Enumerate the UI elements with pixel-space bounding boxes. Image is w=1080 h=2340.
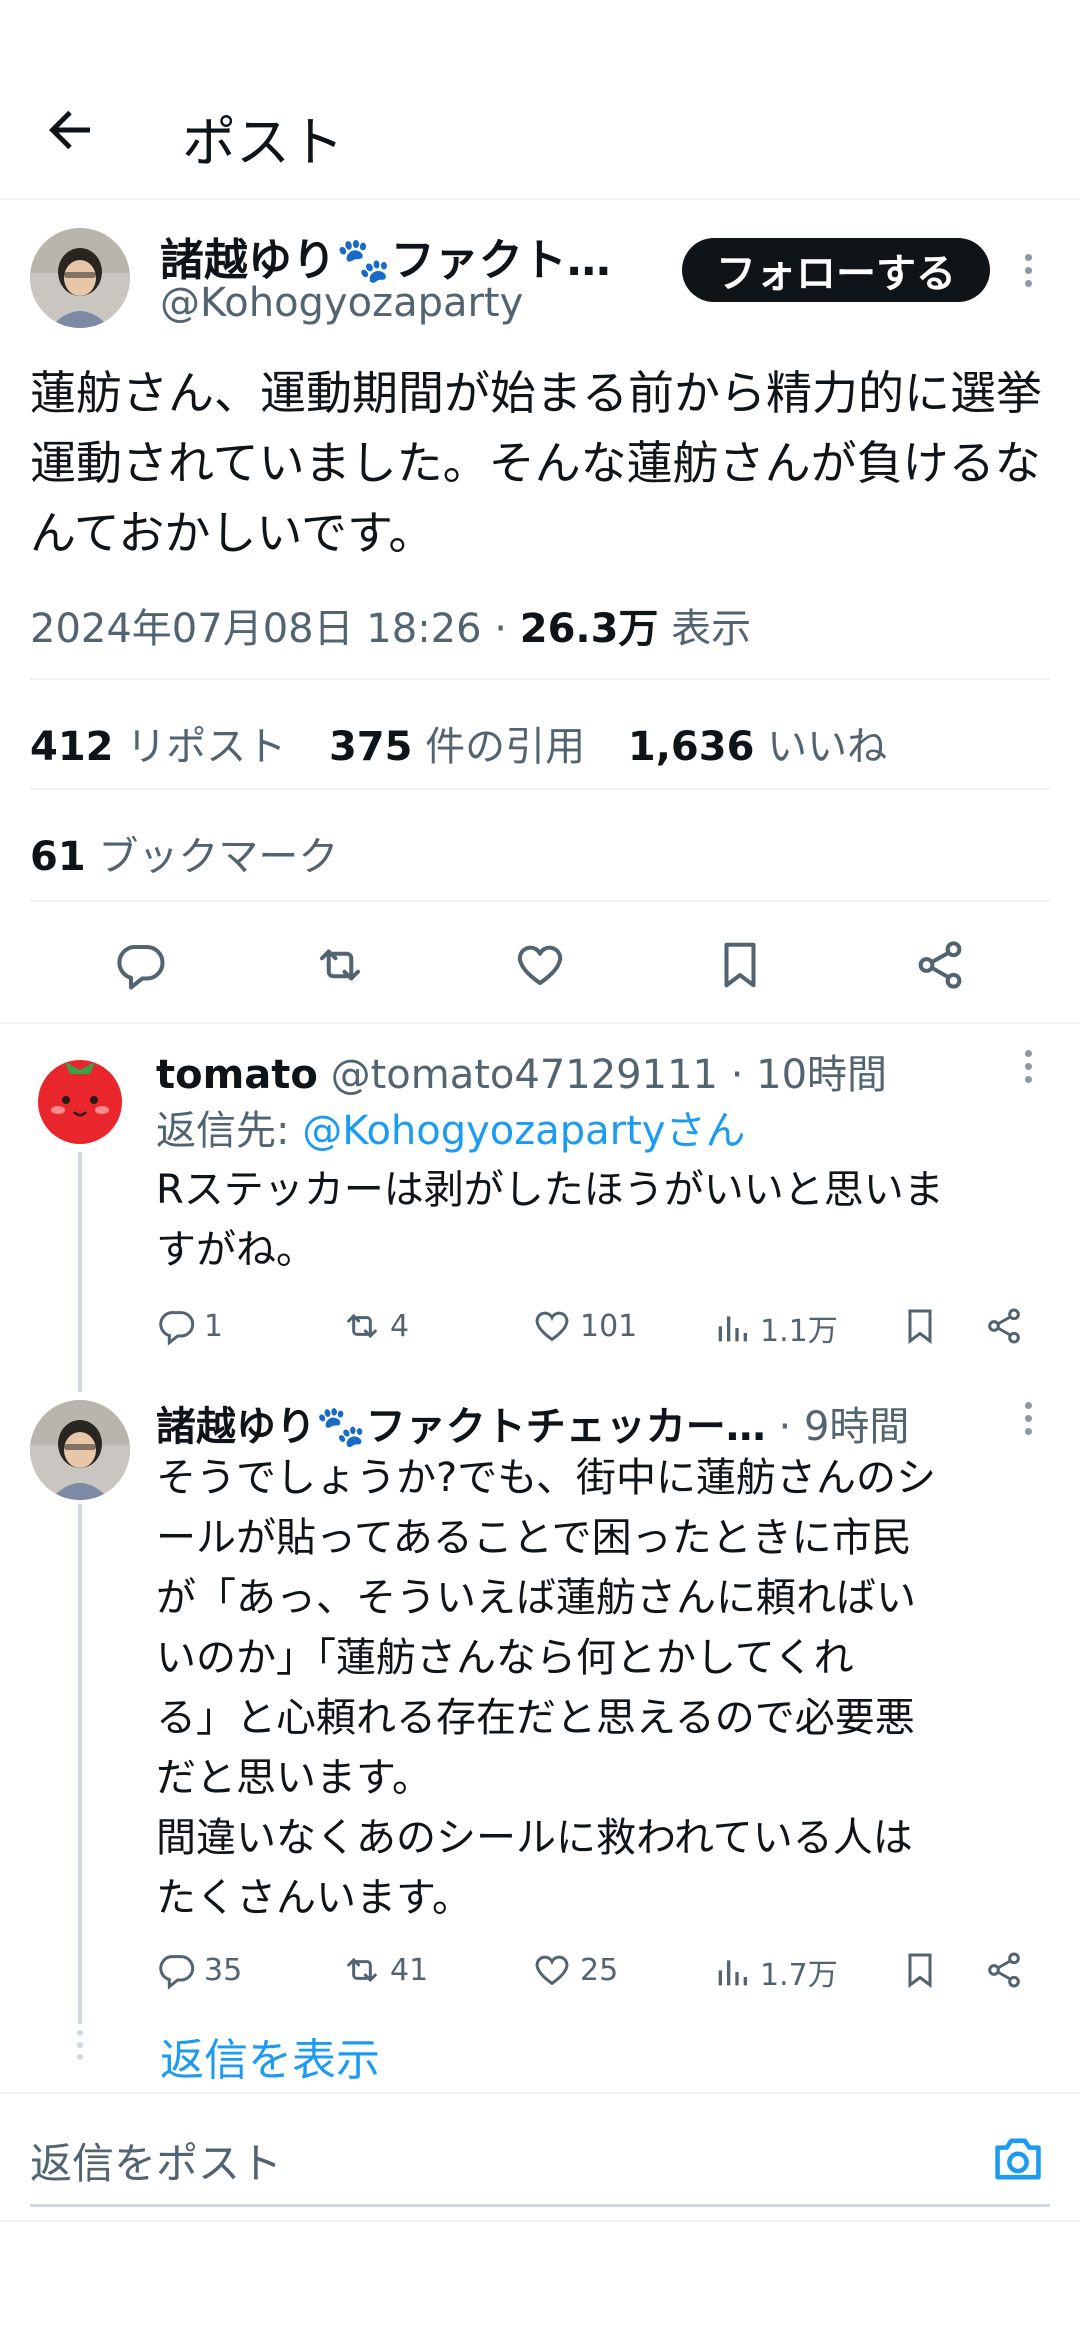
- bookmark-icon: [908, 1309, 932, 1344]
- reply-text: そうでしょうか?でも、街中に蓮舫さんのシ ールが貼ってあることで困ったときに市民…: [156, 1455, 937, 1921]
- like-count[interactable]: 101: [532, 1306, 637, 1346]
- more-options-icon[interactable]: [1006, 1396, 1050, 1440]
- repost-count[interactable]: 4: [342, 1306, 409, 1346]
- views-label: 表示: [658, 606, 752, 652]
- like-heart-icon: [535, 1955, 569, 1986]
- author-handle[interactable]: @Kohogyozaparty: [160, 280, 523, 326]
- share-icon: [988, 1308, 1020, 1344]
- views-count[interactable]: 1.7万: [712, 1950, 838, 1994]
- likes-stat[interactable]: 1,636 いいね: [628, 724, 887, 770]
- reply-avatar-tomato[interactable]: [30, 1048, 130, 1148]
- share-icon[interactable]: [913, 938, 967, 992]
- reply-header: 諸越ゆり🐾ファクトチェッカー… · 9時間: [156, 1394, 986, 1452]
- divider: [30, 678, 1050, 680]
- divider: [30, 900, 1050, 902]
- share-button[interactable]: [984, 1950, 1024, 1990]
- reply-icon: [159, 1955, 195, 1990]
- views-count[interactable]: 1.1万: [712, 1306, 838, 1350]
- divider: [0, 1022, 1080, 1024]
- engagement-stats: 412 リポスト 375 件の引用 1,636 いいね: [30, 714, 887, 772]
- bookmark-icon: [908, 1953, 932, 1988]
- reply-text: Rステッカーは剥がしたほうがいいと思いま すがね。: [156, 1167, 944, 1273]
- thread-connector: [78, 1152, 82, 1392]
- reply-header: tomato @tomato47129111 · 10時間: [156, 1042, 887, 1100]
- reposts-stat[interactable]: 412 リポスト: [30, 724, 286, 770]
- reply-icon[interactable]: [113, 938, 167, 992]
- reply-action-bar: 35 41 25 1.7万: [156, 1944, 1036, 2000]
- page-title: ポスト: [182, 111, 344, 174]
- quotes-stat[interactable]: 375 件の引用: [329, 724, 585, 770]
- reply-input-placeholder[interactable]: 返信をポスト: [30, 2130, 282, 2191]
- input-underline: [30, 2204, 1050, 2207]
- like-heart-icon[interactable]: [513, 938, 567, 992]
- repost-count[interactable]: 41: [342, 1950, 428, 1990]
- repost-icon: [347, 1957, 377, 1983]
- analytics-icon: [718, 1960, 747, 1986]
- reply-author-name[interactable]: tomato: [156, 1052, 318, 1098]
- reply-to-handle-link[interactable]: @Kohogyozapartyさん: [302, 1108, 745, 1154]
- bookmark-button[interactable]: [900, 1950, 940, 1990]
- post-action-bar: [0, 910, 1080, 1020]
- back-arrow-icon[interactable]: [40, 100, 100, 160]
- reply-to-line: 返信先: @Kohogyozapartyさん: [156, 1108, 746, 1154]
- reply-count[interactable]: 35: [156, 1950, 242, 1990]
- reply-count[interactable]: 1: [156, 1306, 223, 1346]
- author-avatar[interactable]: [30, 228, 130, 328]
- bookmark-icon[interactable]: [713, 938, 767, 992]
- reply-action-bar: 1 4 101 1.1万: [156, 1300, 1036, 1356]
- camera-icon[interactable]: [990, 2134, 1046, 2184]
- top-app-bar: ポスト: [0, 0, 1080, 200]
- show-replies-link[interactable]: 返信を表示: [160, 2024, 380, 2088]
- follow-button[interactable]: フォローする: [682, 238, 990, 302]
- post-text: 蓮舫さん、運動期間が始まる前から精力的に選挙運動されていました。そんな蓮舫さんが…: [30, 366, 1042, 560]
- more-options-icon[interactable]: [1006, 248, 1050, 292]
- divider: [0, 2220, 1080, 2222]
- reply-timestamp[interactable]: · 9時間: [766, 1404, 910, 1450]
- analytics-icon: [718, 1316, 747, 1342]
- share-icon: [988, 1952, 1020, 1988]
- reply-composer[interactable]: 返信をポスト: [0, 2092, 1080, 2220]
- thread-connector: [78, 1504, 82, 2024]
- like-count[interactable]: 25: [532, 1950, 618, 1990]
- views-count: 26.3万: [519, 606, 659, 652]
- reply-icon: [159, 1311, 195, 1346]
- bookmarks-stat[interactable]: 61 ブックマーク: [30, 824, 338, 882]
- reply-author-name[interactable]: 諸越ゆり🐾ファクトチェッカー…: [156, 1404, 766, 1450]
- author-name[interactable]: 諸越ゆり🐾ファクト…: [160, 224, 620, 288]
- like-heart-icon: [535, 1311, 569, 1342]
- post-meta: 2024年07月08日 18:26 · 26.3万 表示: [30, 596, 751, 654]
- thread-dots: [74, 2030, 86, 2070]
- post-timestamp: 2024年07月08日 18:26 ·: [30, 606, 520, 652]
- more-options-icon[interactable]: [1006, 1044, 1050, 1088]
- share-button[interactable]: [984, 1306, 1024, 1346]
- repost-icon: [347, 1313, 377, 1339]
- reply-avatar-author[interactable]: [30, 1400, 130, 1500]
- divider: [30, 788, 1050, 790]
- reply-author-handle[interactable]: @tomato47129111 · 10時間: [331, 1052, 887, 1098]
- repost-icon[interactable]: [313, 938, 367, 992]
- bookmark-button[interactable]: [900, 1306, 940, 1346]
